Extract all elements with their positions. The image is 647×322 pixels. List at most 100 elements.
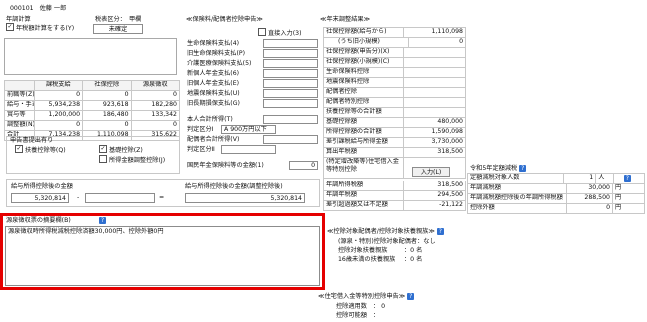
checkbox-adjust[interactable]: 所得金額調整控除(J) (99, 155, 166, 165)
check-icon: ✓ (15, 145, 23, 153)
housing-label: 控除可能額 (336, 312, 367, 319)
housing-line: 控除適用数 ： 0 (336, 301, 385, 310)
result-label: 年調所得税額 (324, 181, 405, 191)
checkbox-empty-icon (99, 155, 107, 163)
result-label: 地震保険料控除 (324, 78, 405, 88)
result-row: 生命保険料控除 (324, 68, 466, 78)
result-label: 年調年税額 (324, 191, 405, 201)
help-icon[interactable]: ? (436, 227, 444, 235)
result-value (404, 78, 466, 88)
table-row: 給与・手当 5,934,238 923,618 182,280 (5, 101, 180, 111)
reiwa-value[interactable]: 1 (564, 174, 597, 184)
housing-loan-title: ≪住宅借入金等特別控除申告≫ (318, 293, 406, 300)
table-row: 賞与等 1,200,000 186,480 133,342 (5, 111, 180, 121)
result-label: (うち旧小規模) (324, 38, 410, 48)
ins-input[interactable] (263, 99, 318, 108)
result-label: 配偶者控除 (324, 88, 405, 98)
spouse-class2-select[interactable] (221, 145, 276, 154)
table-header: 課税支給 社保控除 源泉徴収 (5, 81, 180, 91)
tax-class: 税表区分： 甲欄 (95, 14, 141, 23)
spouse-class-select[interactable]: A 900万円以下 (221, 125, 276, 134)
result-value: 0 (409, 38, 466, 48)
minus-sign: - (77, 194, 80, 201)
reiwa-unit: 円 (613, 194, 645, 204)
reiwa-unit: 円 (613, 184, 645, 194)
result-table: 社保控除額(給与から) 1,110,098 (うち旧小規模) 0 社保控除額(申告分… (323, 27, 466, 211)
result-row: 社保控除額(申告分)(X) (324, 48, 466, 58)
col-header: 課税支給 (34, 81, 84, 91)
equals-sign: = (159, 194, 165, 201)
result-label: 社保控除額(給与から) (324, 28, 405, 38)
ins-input[interactable] (263, 69, 318, 78)
housing-input-button[interactable]: 入力(L) (412, 167, 451, 177)
year-end-checkbox[interactable]: ✓ 年税額計算をする(Y) (6, 23, 74, 32)
help-icon[interactable]: ? (519, 164, 527, 172)
dependents-value: なし (423, 238, 436, 245)
declaration-title: 申告書提出有り (10, 137, 54, 144)
adjusted-right-label: 給与所得控除後の金額(調整控除後) (185, 183, 283, 190)
reiwa-value: 0 (567, 204, 613, 214)
dependents-label: (源泉・特別)控除対象配偶者： (338, 238, 424, 245)
direct-input-label: 直接入力(3) (268, 30, 302, 37)
help-icon[interactable]: ? (99, 217, 106, 224)
employee-id: 000101 (10, 5, 34, 12)
dependents-title-row: ≪控除対象配偶者/控除対象扶養親族≫ ? (327, 226, 444, 235)
col-header: 社保控除 (83, 81, 132, 91)
ins-input[interactable] (263, 89, 318, 98)
direct-input-checkbox[interactable]: 直接入力(3) (258, 28, 302, 37)
cell[interactable]: 0 (34, 121, 84, 131)
checkbox-empty-icon (258, 28, 266, 36)
result-label: 基礎控除額 (324, 118, 405, 128)
tax-class-value: 甲欄 (128, 16, 142, 23)
result-value[interactable] (404, 48, 466, 58)
memo-listbox[interactable] (4, 38, 177, 75)
spouse-total-input[interactable] (263, 135, 318, 144)
spouse-income-input[interactable] (263, 115, 318, 124)
checkbox-basic[interactable]: ✓ 基礎控除(Z) (99, 145, 143, 155)
result-label: 配偶者特別控除 (324, 98, 405, 108)
ins-label: 地震保険料支払(U) (187, 90, 240, 97)
row-label: 給与・手当 (5, 101, 35, 111)
checkbox-dependents[interactable]: ✓ 扶養控除等(Q) (15, 145, 66, 155)
reiwa-value: 288,500 (567, 194, 613, 204)
ins-input[interactable] (263, 39, 318, 48)
adjust-amount-field[interactable] (85, 193, 155, 203)
remarks-textarea[interactable]: 源泉徴収時所得税減税控除済額30,000円、控除外額0円 (5, 226, 320, 286)
checkbox-label: 所得金額調整控除(J) (109, 157, 166, 164)
checkbox-label: 扶養控除等(Q) (25, 147, 66, 154)
reiwa-title: 令和5年定額減税 (470, 165, 518, 172)
result-value[interactable] (404, 58, 466, 68)
result-row: (うち旧小規模) 0 (324, 38, 466, 48)
cell: 923,618 (83, 101, 132, 111)
result-row: 所得控除額の合計額 1,590,098 (324, 128, 466, 138)
ins-input[interactable] (263, 79, 318, 88)
table-row: 前職等(Z) 0 0 0 (5, 91, 180, 101)
cell: 1,200,000 (34, 111, 84, 121)
cell[interactable]: 0 (131, 91, 180, 101)
result-label: 社保控除額(小規模)(C) (324, 58, 405, 68)
status-box: 未確定 (93, 24, 143, 34)
row-label: 前職等(Z) (5, 91, 35, 101)
dependents-line: 控除対象扶養親族 ：0 名 (338, 245, 422, 254)
cell[interactable]: 0 (131, 121, 180, 131)
checkbox-label: 基礎控除(Z) (109, 147, 143, 154)
result-label: 差引超過額又は不足額 (324, 201, 405, 211)
result-row: 基礎控除額 480,000 (324, 118, 466, 128)
dependents-line: (源泉・特別)控除対象配偶者：なし (338, 236, 436, 245)
spouse-total-label: 配偶者合計所得(V) (187, 136, 240, 143)
dependents-label: 16歳未満の扶養親族 (338, 256, 396, 263)
reiwa-label: 年調減税額 (468, 184, 568, 194)
cell[interactable]: 0 (83, 91, 132, 101)
reiwa-label: 定額減税対象人数 (468, 174, 565, 184)
pension-input[interactable]: 0 (289, 161, 318, 170)
result-label: 生命保険料控除 (324, 68, 405, 78)
dependents-label: 控除対象扶養親族 (338, 247, 388, 254)
ins-input[interactable] (263, 49, 318, 58)
ins-input[interactable] (263, 59, 318, 68)
cell[interactable]: 0 (83, 121, 132, 131)
help-icon[interactable]: ? (623, 175, 631, 182)
cell[interactable]: 0 (34, 91, 84, 101)
help-icon[interactable]: ? (407, 292, 415, 300)
housing-loan-label: (特定增改築等)住宅借入金等特別控除 (324, 158, 405, 179)
remarks-title: 源泉徴収票の摘要欄(B) (6, 217, 71, 224)
